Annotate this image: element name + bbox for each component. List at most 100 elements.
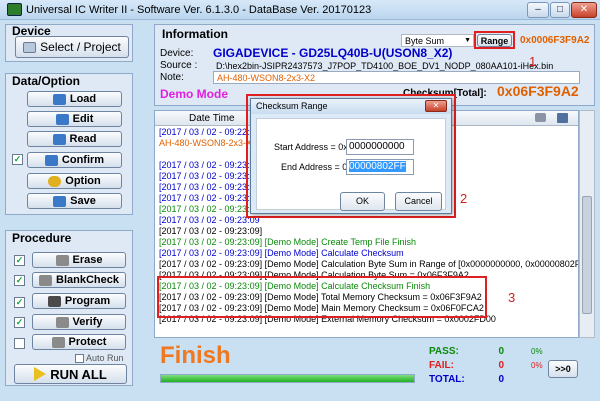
- read-label: Read: [69, 133, 97, 145]
- log-line: [2017 / 03 / 02 - 09:23:09] [Demo Mode] …: [159, 237, 416, 247]
- confirm-button[interactable]: Confirm: [27, 152, 122, 168]
- edit-icon: [55, 113, 69, 125]
- end-address-input[interactable]: 00000802FF: [346, 159, 414, 175]
- verify-label: Verify: [72, 316, 103, 328]
- fail-percent: 0%: [531, 361, 543, 370]
- close-button[interactable]: ✕: [571, 2, 597, 18]
- erase-button[interactable]: Erase: [32, 252, 126, 268]
- program-label: Program: [64, 295, 111, 307]
- blankcheck-button[interactable]: BlankCheck: [32, 272, 126, 288]
- erase-checkbox[interactable]: ✓: [14, 255, 25, 266]
- read-button[interactable]: Read: [27, 131, 122, 147]
- progress-track: [160, 374, 415, 383]
- next-button[interactable]: >>0: [548, 360, 578, 378]
- checksum-total-value: 0x06F3F9A2: [497, 83, 579, 99]
- save-log-icon[interactable]: [557, 113, 568, 123]
- program-checkbox[interactable]: ✓: [14, 297, 25, 308]
- option-button[interactable]: Option: [27, 173, 122, 189]
- save-label: Save: [70, 195, 96, 207]
- program-icon: [47, 295, 61, 307]
- maximize-button[interactable]: □: [550, 2, 570, 18]
- dialog-title: Checksum Range: [256, 101, 328, 111]
- protect-checkbox[interactable]: [14, 338, 25, 349]
- chevron-down-icon: ▼: [464, 37, 471, 44]
- erase-icon: [55, 254, 69, 266]
- auto-run-checkbox[interactable]: [75, 354, 84, 363]
- procedure-section-title: Procedure: [12, 231, 72, 245]
- total-label: TOTAL:: [429, 374, 465, 385]
- dialog-ok-button[interactable]: OK: [340, 192, 385, 211]
- annotation-label-3: 3: [508, 290, 516, 305]
- select-project-button[interactable]: Select / Project: [15, 36, 129, 58]
- dialog-cancel-button[interactable]: Cancel: [395, 192, 442, 211]
- read-icon: [52, 133, 66, 145]
- log-scrollbar[interactable]: [579, 110, 595, 338]
- data-option-section-title: Data/Option: [12, 74, 80, 88]
- erase-label: Erase: [72, 254, 103, 266]
- checksum-mode-value: Byte Sum: [405, 36, 445, 46]
- program-button[interactable]: Program: [32, 293, 126, 309]
- minimize-button[interactable]: ‒: [527, 2, 549, 18]
- log-line: [2017 / 03 / 02 - 09:23:09] [Demo Mode] …: [159, 248, 404, 258]
- blankcheck-checkbox[interactable]: ✓: [14, 275, 25, 286]
- dialog-close-icon[interactable]: ✕: [425, 100, 447, 112]
- protect-icon: [51, 336, 65, 348]
- fail-label: FAIL:: [429, 360, 454, 371]
- log-line: [2017 / 03 / 02 - 09:23:09] [Demo Mode] …: [159, 259, 579, 269]
- app-icon: [7, 3, 22, 16]
- verify-checkbox[interactable]: ✓: [14, 317, 25, 328]
- confirm-checkbox[interactable]: ✓: [12, 154, 23, 165]
- header-checksum-value: 0x0006F3F9A2: [520, 35, 590, 46]
- protect-label: Protect: [68, 336, 107, 348]
- run-all-label: RUN ALL: [50, 366, 107, 382]
- annotation-box-3: [157, 276, 487, 318]
- run-all-button[interactable]: RUN ALL: [14, 364, 127, 384]
- annotation-label-2: 2: [460, 191, 468, 206]
- total-count: 0: [498, 374, 504, 385]
- device-label: Device:: [160, 48, 194, 59]
- end-address-selected: 00000802FF: [349, 161, 406, 172]
- information-section-title: Information: [162, 27, 228, 41]
- scrollbar-thumb[interactable]: [582, 196, 592, 314]
- save-icon: [53, 195, 67, 207]
- blankcheck-icon: [39, 274, 52, 286]
- fail-count: 0: [498, 360, 504, 371]
- start-address-input[interactable]: 0000000000: [346, 139, 414, 155]
- end-address-label: End Address = 0x: [281, 162, 352, 172]
- blankcheck-label: BlankCheck: [56, 274, 119, 286]
- start-address-label: Start Address = 0x: [274, 142, 348, 152]
- dialog-title-bar: Checksum Range ✕: [251, 99, 451, 114]
- edit-button[interactable]: Edit: [27, 111, 122, 127]
- pass-percent: 0%: [531, 347, 543, 356]
- confirm-icon: [44, 154, 58, 166]
- checksum-range-dialog: Checksum Range ✕ Start Address = 0x 0000…: [250, 98, 452, 214]
- pass-label: PASS:: [429, 346, 459, 357]
- finish-status: Finish: [160, 342, 231, 369]
- load-button[interactable]: Load: [27, 91, 122, 107]
- range-button[interactable]: Range: [477, 34, 512, 47]
- protect-button[interactable]: Protect: [32, 334, 126, 350]
- load-icon: [52, 93, 66, 105]
- select-project-label: Select / Project: [40, 40, 121, 54]
- load-label: Load: [69, 93, 97, 105]
- log-column-header: Date Time: [189, 113, 235, 124]
- edit-label: Edit: [72, 113, 94, 125]
- verify-button[interactable]: Verify: [32, 314, 126, 330]
- confirm-label: Confirm: [61, 154, 105, 166]
- progress-fill: [161, 375, 414, 382]
- eraser-icon[interactable]: [535, 113, 546, 122]
- option-icon: [48, 175, 62, 187]
- annotation-label-1: 1: [529, 54, 537, 69]
- source-label: Source :: [160, 60, 198, 71]
- window-title: Universal IC Writer II - Software Ver. 6…: [26, 4, 372, 16]
- note-label: Note:: [160, 72, 184, 83]
- device-name-value: GIGADEVICE - GD25LQ40B-U(USON8_X2): [213, 46, 453, 60]
- chip-icon: [23, 41, 37, 53]
- option-label: Option: [65, 175, 101, 187]
- play-icon: [34, 367, 47, 381]
- save-button[interactable]: Save: [27, 193, 122, 209]
- auto-run-label: Auto Run: [86, 353, 124, 363]
- pass-count: 0: [498, 346, 504, 357]
- verify-icon: [55, 316, 69, 328]
- log-line: [2017 / 03 / 02 - 09:23:09]: [159, 226, 263, 236]
